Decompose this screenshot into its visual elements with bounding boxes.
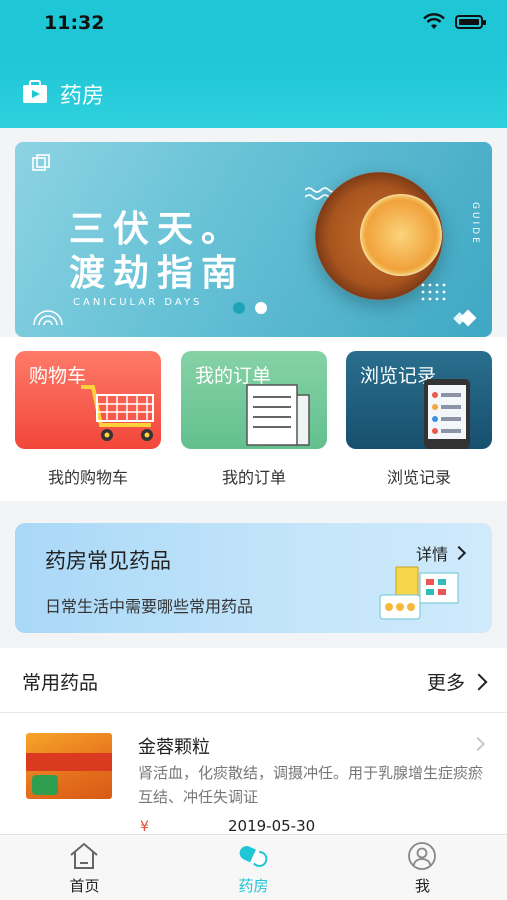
- phone-list-icon: [424, 379, 470, 449]
- tab-bar: 首页 药房 我: [0, 834, 507, 900]
- page-title: 药房: [60, 84, 105, 109]
- status-bar: 11:32: [0, 0, 507, 56]
- chevron-right-icon: [470, 736, 486, 752]
- chevron-right-icon: [470, 673, 488, 690]
- shopping-cart-icon: [81, 385, 154, 441]
- promo-banner[interactable]: 三伏天。 渡劫指南 CANICULAR DAYS GUIDE: [15, 142, 492, 337]
- banner-pagination[interactable]: [233, 302, 267, 314]
- tab-label: 首页: [69, 877, 100, 895]
- medicine-boxes-illustration: [379, 566, 459, 620]
- chevron-right-icon: [451, 545, 467, 561]
- promo-detail-label: 详情: [415, 545, 448, 564]
- shortcut-order-tile[interactable]: 我的订单: [181, 351, 327, 449]
- shortcut-history-caption[interactable]: 浏览记录: [346, 464, 492, 488]
- pagination-dot-1[interactable]: [233, 302, 245, 314]
- banner-subtitle: CANICULAR DAYS: [73, 297, 203, 308]
- common-medicine-promo-card[interactable]: 药房常见药品 详情 日常生活中需要哪些常用药品: [15, 523, 492, 633]
- common-medicines-section: 常用药品 更多 金蓉颗粒 肾活血，化痰散结，调摄冲任。用于乳腺增生症痰瘀互结、冲…: [0, 648, 507, 834]
- shortcut-cart-caption[interactable]: 我的购物车: [15, 464, 161, 488]
- pill-capsule-icon: [239, 846, 268, 867]
- tab-label: 药房: [238, 877, 269, 895]
- diamond-decoration: [459, 309, 477, 327]
- home-icon: [70, 842, 98, 869]
- banner-title-line2: 渡劫指南: [69, 253, 246, 294]
- shortcut-tiles: 购物车 我的订单 浏览记录 我的购物车 我的订单 浏览记录: [0, 337, 507, 501]
- medicine-date: 2019-05-30: [228, 817, 316, 834]
- status-time: 11:32: [44, 12, 105, 34]
- promo-title: 药房常见药品: [45, 549, 171, 573]
- medicine-box-image: [26, 733, 112, 799]
- status-icons: [423, 13, 486, 31]
- tab-me[interactable]: 我: [338, 835, 507, 900]
- dot-grid-decoration: [421, 283, 446, 301]
- price-symbol: ¥: [140, 819, 149, 834]
- promo-detail-link[interactable]: 详情: [415, 541, 467, 565]
- cube-icon: [32, 154, 50, 171]
- shortcut-cart-tile[interactable]: 购物车: [15, 351, 161, 449]
- section-title: 常用药品: [22, 672, 99, 694]
- order-document-icon: [246, 384, 310, 446]
- more-link[interactable]: 更多: [426, 668, 488, 695]
- promo-subtitle: 日常生活中需要哪些常用药品: [45, 597, 254, 616]
- banner-side-text: GUIDE: [470, 202, 480, 246]
- pharmacy-bag-icon: [23, 80, 47, 103]
- ring-decoration: [33, 310, 63, 326]
- lemon-slice-image: [360, 194, 442, 276]
- medicine-description: 肾活血，化痰散结，调摄冲任。用于乳腺增生症痰瘀互结、冲任失调证: [138, 764, 484, 806]
- medicine-name: 金蓉颗粒: [138, 737, 210, 758]
- tab-label: 我: [414, 877, 430, 895]
- nav-bar: 药房: [0, 56, 507, 128]
- pharmacy-page[interactable]: 三伏天。 渡劫指南 CANICULAR DAYS GUIDE 购物车 我的订单 …: [0, 128, 507, 834]
- list-item[interactable]: 金蓉颗粒 肾活血，化痰散结，调摄冲任。用于乳腺增生症痰瘀互结、冲任失调证 ¥ 2…: [0, 713, 507, 834]
- tab-home[interactable]: 首页: [0, 835, 169, 900]
- more-label: 更多: [426, 672, 465, 694]
- shortcut-history-tile[interactable]: 浏览记录: [346, 351, 492, 449]
- battery-icon: [455, 15, 486, 29]
- user-profile-icon: [408, 842, 436, 870]
- shortcut-order-caption[interactable]: 我的订单: [181, 464, 327, 488]
- wifi-icon: [423, 13, 445, 29]
- pagination-dot-2[interactable]: [255, 302, 267, 314]
- tab-pharmacy[interactable]: 药房: [169, 835, 338, 900]
